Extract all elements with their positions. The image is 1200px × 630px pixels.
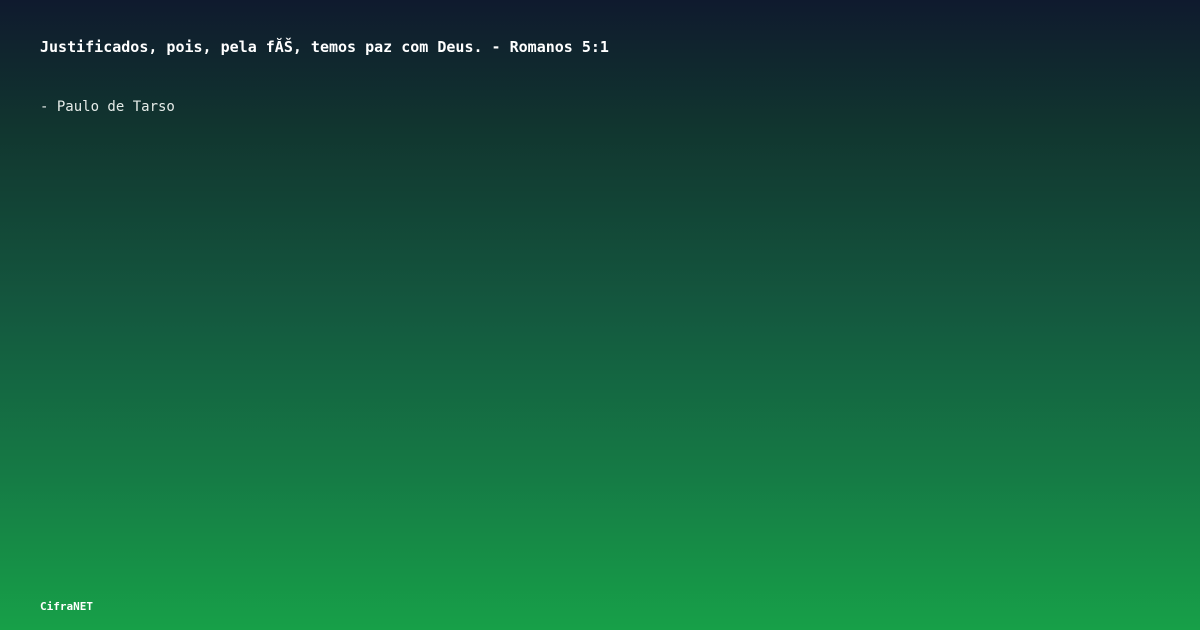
quote-text: Justificados, pois, pela fĂŠ, temos paz … [40,38,609,56]
quote-author: - Paulo de Tarso [40,99,175,115]
brand-logo-text: CifraNET [40,600,93,613]
